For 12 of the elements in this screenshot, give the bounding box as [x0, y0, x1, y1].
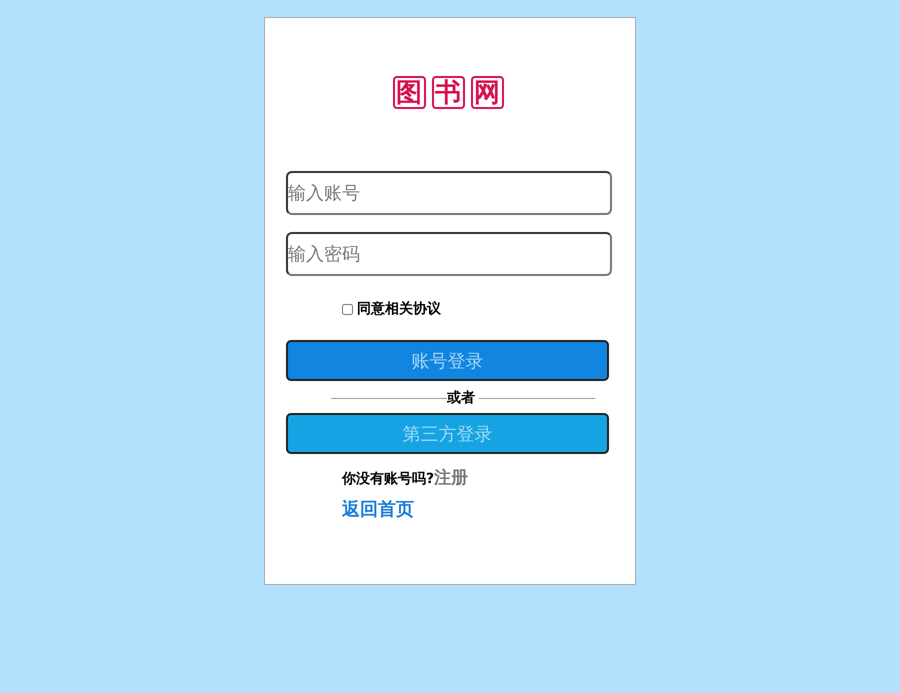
home-link[interactable]: 返回首页 [342, 497, 414, 521]
account-field[interactable]: 输入账号 [286, 171, 612, 215]
agreement-label: 同意相关协议 [357, 300, 441, 318]
register-link[interactable]: 注册 [434, 466, 468, 489]
login-button[interactable]: 账号登录 [286, 340, 609, 381]
logo-character: 书 [432, 76, 464, 109]
divider-label: 或者 [447, 389, 475, 407]
logo-character: 图 [392, 76, 426, 109]
password-field[interactable]: 输入密码 [286, 232, 612, 276]
register-prompt: 你没有账号吗? [342, 471, 434, 488]
logo-character: 网 [470, 76, 504, 109]
agreement-checkbox[interactable] [342, 304, 353, 314]
